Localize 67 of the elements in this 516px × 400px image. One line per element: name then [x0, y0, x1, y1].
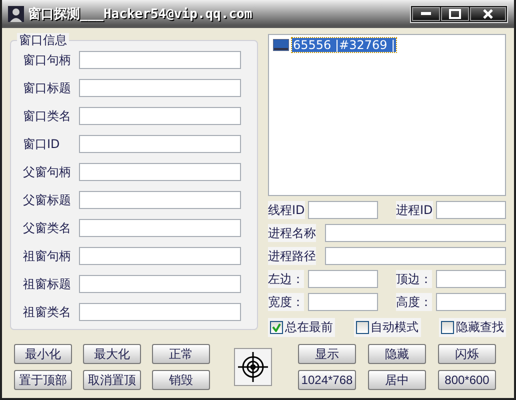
text-field[interactable]	[79, 51, 241, 69]
field-label: 进程ID	[396, 201, 433, 219]
text-field[interactable]	[79, 135, 241, 153]
close-icon	[483, 9, 493, 19]
text-field[interactable]	[308, 201, 378, 219]
text-field[interactable]	[79, 191, 241, 209]
field-label: 祖窗类名	[23, 304, 72, 320]
action-button[interactable]: 最小化	[14, 344, 72, 364]
checkbox[interactable]	[356, 321, 368, 334]
action-button[interactable]: 闪烁	[438, 344, 496, 364]
text-field[interactable]	[325, 247, 506, 265]
field-label: 窗口句柄	[23, 52, 72, 68]
checkbox-label: 总在最前	[285, 319, 333, 336]
text-field[interactable]	[79, 163, 241, 181]
field-label: 祖窗句柄	[23, 248, 72, 264]
monitor-icon	[273, 39, 289, 51]
action-button[interactable]: 显示	[298, 344, 356, 364]
field-label: 进程名称	[268, 224, 316, 242]
text-field[interactable]	[79, 247, 241, 265]
close-button[interactable]	[470, 7, 506, 21]
text-field[interactable]	[436, 293, 506, 311]
text-field[interactable]	[436, 270, 506, 288]
field-label: 左边：	[268, 270, 304, 288]
window-title: 窗口探测___Hacker54@vip.qq.com	[28, 6, 254, 23]
text-field[interactable]	[436, 201, 506, 219]
text-field[interactable]	[325, 224, 506, 242]
action-button[interactable]: 正常	[152, 344, 210, 364]
app-icon	[8, 6, 24, 22]
field-label: 窗口标题	[23, 80, 72, 96]
action-button[interactable]: 销毁	[152, 370, 210, 390]
minimize-icon	[421, 12, 431, 16]
field-label: 祖窗标题	[23, 276, 72, 292]
field-label: 顶边：	[396, 270, 432, 288]
text-field[interactable]	[308, 293, 378, 311]
checkbox[interactable]	[441, 321, 454, 334]
field-label: 窗口类名	[23, 108, 72, 124]
action-button[interactable]: 最大化	[83, 344, 141, 364]
group-title: 窗口信息	[17, 33, 69, 47]
text-field[interactable]	[79, 219, 241, 237]
text-field[interactable]	[79, 303, 241, 321]
action-button[interactable]: 取消置顶	[83, 370, 141, 390]
field-label: 高度：	[396, 293, 432, 311]
text-field[interactable]	[79, 107, 241, 125]
checkbox[interactable]	[270, 321, 283, 334]
field-label: 窗口ID	[23, 136, 61, 152]
text-field[interactable]	[308, 270, 378, 288]
action-button[interactable]: 1024*768	[298, 370, 356, 390]
action-button[interactable]: 居中	[368, 370, 426, 390]
minimize-button[interactable]	[412, 7, 440, 21]
field-label: 父窗类名	[23, 220, 72, 236]
maximize-icon	[449, 9, 461, 19]
field-label: 进程路径	[268, 247, 316, 265]
text-field[interactable]	[79, 275, 241, 293]
action-button[interactable]: 800*600	[438, 370, 496, 390]
action-button[interactable]: 置于顶部	[14, 370, 72, 390]
crosshair-icon	[238, 352, 268, 382]
checkbox-label: 自动模式	[370, 319, 418, 336]
target-button[interactable]	[234, 348, 272, 386]
text-field[interactable]	[79, 79, 241, 97]
maximize-button[interactable]	[441, 7, 469, 21]
field-label: 线程ID	[268, 201, 305, 219]
field-label: 父窗句柄	[23, 164, 72, 180]
checkbox-label: 隐藏查找	[456, 319, 504, 336]
action-button[interactable]: 隐藏	[368, 344, 426, 364]
field-label: 宽度：	[268, 293, 304, 311]
list-item[interactable]: 65556 |#32769 |	[292, 38, 396, 52]
field-label: 父窗标题	[23, 192, 72, 208]
